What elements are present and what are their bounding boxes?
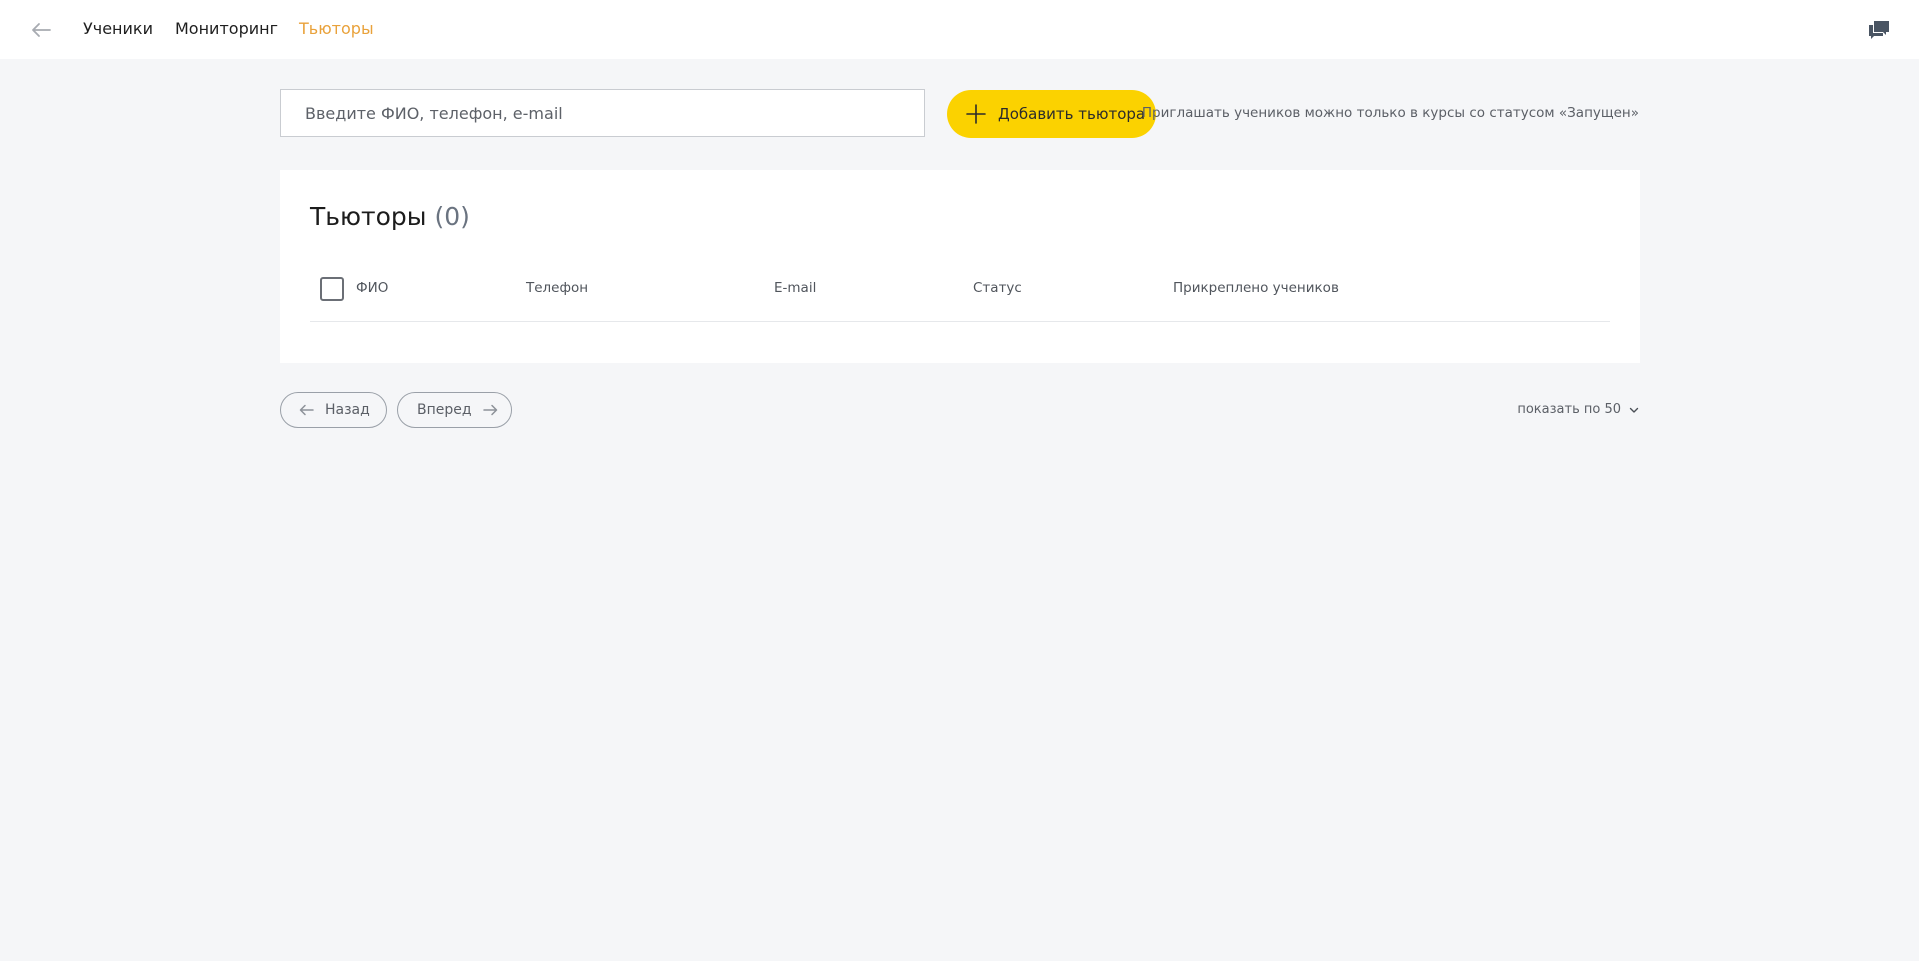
main-content: Добавить тьютора Приглашать учеников мож…	[0, 59, 1919, 962]
table-header: ФИО Телефон E-mail Статус Прикреплено уч…	[310, 277, 1610, 322]
nav-item-tutors[interactable]: Тьюторы	[299, 18, 374, 40]
title-text: Тьюторы	[310, 202, 427, 231]
per-page-label: показать по 50	[1517, 402, 1621, 417]
arrow-right-icon	[482, 404, 497, 416]
column-phone[interactable]: Телефон	[526, 280, 588, 296]
column-status[interactable]: Статус	[973, 280, 1022, 296]
prev-page-button[interactable]: Назад	[280, 392, 387, 428]
add-tutor-button[interactable]: Добавить тьютора	[947, 90, 1156, 138]
back-button[interactable]	[28, 17, 54, 43]
add-tutor-label: Добавить тьютора	[998, 105, 1146, 123]
arrow-left-icon	[32, 23, 51, 37]
tutors-count: (0)	[434, 202, 470, 231]
search-input[interactable]	[280, 89, 925, 137]
plus-icon	[966, 104, 986, 124]
column-fio[interactable]: ФИО	[356, 280, 388, 296]
chat-button[interactable]	[1867, 18, 1891, 42]
chevron-down-icon	[1629, 407, 1639, 413]
chat-bubbles-icon	[1869, 21, 1889, 39]
page: Ученики Мониторинг Тьюторы Добавить тьют…	[0, 0, 1919, 962]
prev-page-label: Назад	[325, 402, 370, 418]
arrow-left-icon	[299, 404, 314, 416]
nav-item-students[interactable]: Ученики	[83, 18, 153, 40]
select-all-checkbox[interactable]	[320, 277, 344, 301]
per-page-select[interactable]: показать по 50	[1517, 402, 1639, 417]
next-page-label: Вперед	[417, 402, 472, 418]
column-students-attached[interactable]: Прикреплено учеников	[1173, 280, 1339, 296]
page-title: Тьюторы (0)	[310, 200, 470, 234]
tutors-card: Тьюторы (0) ФИО Телефон E-mail Статус Пр…	[280, 170, 1640, 363]
invite-notice: Приглашать учеников можно только в курсы…	[1141, 105, 1639, 121]
nav-item-monitoring[interactable]: Мониторинг	[175, 18, 278, 40]
next-page-button[interactable]: Вперед	[397, 392, 512, 428]
top-bar: Ученики Мониторинг Тьюторы	[0, 0, 1919, 59]
column-email[interactable]: E-mail	[774, 280, 816, 296]
